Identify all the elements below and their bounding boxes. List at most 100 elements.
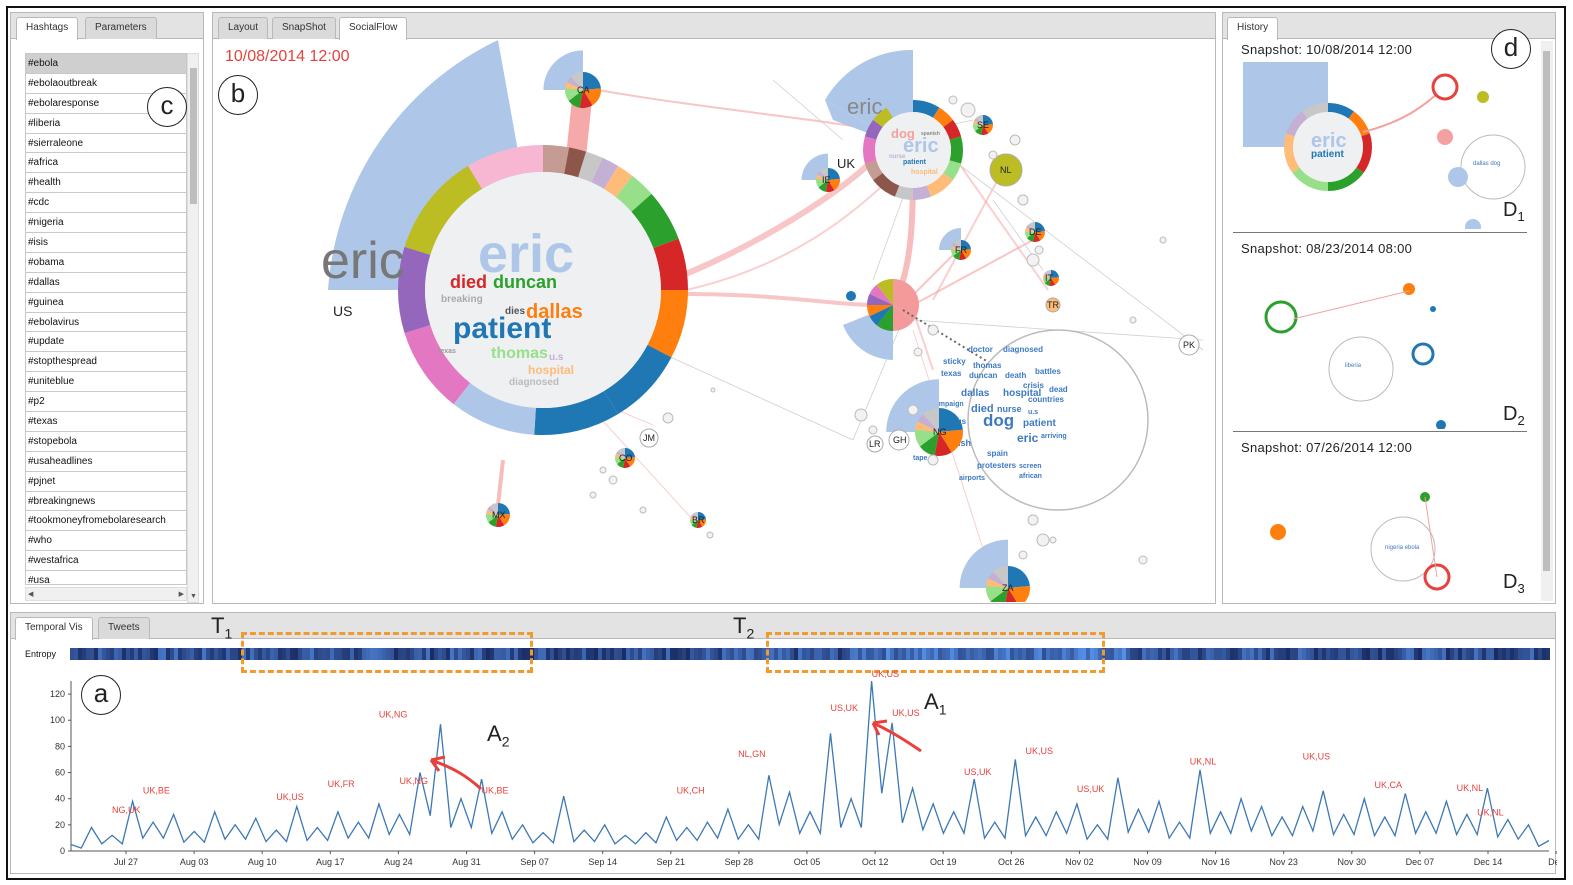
hashtag-item[interactable]: #westafrica bbox=[26, 551, 186, 572]
minor-node[interactable] bbox=[1017, 194, 1029, 206]
hashtag-item[interactable]: #tookmoneyfromebolaresearch bbox=[26, 511, 186, 532]
minor-node[interactable] bbox=[854, 408, 868, 422]
hashtag-item[interactable]: #pjnet bbox=[26, 472, 186, 492]
tab-history[interactable]: History bbox=[1227, 17, 1279, 40]
minor-node[interactable] bbox=[1159, 236, 1167, 244]
hashtag-item[interactable]: #obama bbox=[26, 253, 186, 273]
hashtag-item[interactable]: #ebola bbox=[26, 54, 186, 74]
country-pair-annotation: UK,BE bbox=[143, 785, 170, 795]
country-node-za[interactable]: ZA bbox=[959, 539, 1030, 602]
country-node-fr[interactable]: FR bbox=[939, 228, 971, 261]
minor-node[interactable] bbox=[948, 95, 958, 105]
minor-node[interactable] bbox=[988, 150, 998, 160]
history-scrollbar[interactable] bbox=[1541, 41, 1553, 601]
minor-node[interactable] bbox=[589, 491, 597, 499]
minor-node[interactable] bbox=[927, 454, 939, 466]
minor-node[interactable] bbox=[710, 387, 716, 393]
minor-node[interactable] bbox=[1018, 550, 1028, 560]
minor-node[interactable] bbox=[1138, 555, 1148, 565]
minor-node[interactable] bbox=[639, 506, 647, 514]
us-node[interactable]: eric US eric died duncan breaking dies d… bbox=[213, 40, 688, 435]
snapshot-divider-1 bbox=[1233, 232, 1527, 233]
country-node-gh[interactable]: GH bbox=[888, 429, 910, 451]
word-duncan: duncan bbox=[493, 272, 557, 292]
hashtag-item[interactable]: #nigeria bbox=[26, 213, 186, 234]
hashtag-list-hscrollbar[interactable]: ◀ ▶ bbox=[25, 587, 187, 601]
minor-node[interactable] bbox=[1026, 253, 1040, 267]
tab-socialflow[interactable]: SocialFlow bbox=[339, 17, 408, 40]
es-node[interactable]: doctor diagnosed sticky thomas texas duncan de… bbox=[843, 279, 1149, 511]
minor-node[interactable] bbox=[1009, 134, 1021, 146]
minor-node[interactable] bbox=[599, 466, 607, 474]
minor-node[interactable] bbox=[1027, 514, 1039, 526]
hashtag-item[interactable]: #stopebola bbox=[26, 432, 186, 452]
hashtag-item[interactable]: #usaheadlines bbox=[26, 452, 186, 472]
country-node-pk[interactable]: PK bbox=[1178, 334, 1200, 356]
hashtag-item[interactable]: #breakingnews bbox=[26, 492, 186, 512]
snapshot-thumb-3[interactable]: nigeria ebola bbox=[1233, 457, 1533, 605]
country-node-jm[interactable]: JM bbox=[639, 428, 659, 448]
snapshot-title-1: Snapshot: 10/08/2014 12:00 bbox=[1241, 42, 1413, 57]
minor-node[interactable] bbox=[608, 475, 618, 485]
hashtag-item[interactable]: #update bbox=[26, 332, 186, 353]
country-node-co[interactable]: CO bbox=[615, 448, 635, 468]
hashtag-item[interactable]: #dallas bbox=[26, 273, 186, 293]
tab-hashtags[interactable]: Hashtags bbox=[16, 17, 79, 40]
es-cloud-word: battles bbox=[1035, 367, 1061, 376]
minor-node[interactable] bbox=[1036, 533, 1050, 547]
us-label: US bbox=[333, 303, 352, 319]
snapshot-thumb-1[interactable]: eric patient dallas dog bbox=[1233, 57, 1533, 229]
country-code-label: CO bbox=[619, 453, 633, 463]
minor-node[interactable] bbox=[846, 291, 856, 301]
country-node-mx[interactable]: MX bbox=[486, 503, 510, 527]
tab-snapshot[interactable]: SnapShot bbox=[272, 17, 336, 39]
country-node-lr[interactable]: LR bbox=[866, 435, 884, 453]
tab-parameters[interactable]: Parameters bbox=[85, 17, 157, 39]
scrollbar-thumb[interactable] bbox=[190, 68, 197, 204]
hashtag-item[interactable]: #who bbox=[26, 531, 186, 552]
country-node-de[interactable]: DE bbox=[1025, 222, 1045, 242]
scroll-left-arrow-icon[interactable]: ◀ bbox=[28, 590, 33, 598]
country-node-ie[interactable]: IE bbox=[801, 153, 840, 193]
hashtag-item[interactable]: #ebolavirus bbox=[26, 313, 186, 333]
hashtag-list-scrollbar[interactable]: ▼ bbox=[187, 53, 199, 603]
hashtag-item[interactable]: #isis bbox=[26, 233, 186, 253]
hashtag-item[interactable]: #guinea bbox=[26, 293, 186, 313]
minor-node[interactable] bbox=[927, 324, 939, 336]
minor-node[interactable] bbox=[960, 102, 976, 118]
minor-node[interactable] bbox=[1049, 536, 1057, 544]
hashtag-item[interactable]: #stopthespread bbox=[26, 352, 186, 373]
hashtag-list[interactable]: #ebola #ebolaoutbreak #ebolaresponse #liber… bbox=[25, 53, 187, 585]
scroll-down-arrow-icon[interactable]: ▼ bbox=[190, 593, 197, 600]
tab-layout[interactable]: Layout bbox=[218, 17, 269, 39]
minor-node[interactable] bbox=[662, 412, 674, 424]
country-code-label: LR bbox=[869, 439, 881, 449]
country-node-tr[interactable]: TR bbox=[1045, 297, 1061, 313]
snapshot-thumb-2[interactable]: liberia bbox=[1233, 259, 1533, 429]
hashtag-item[interactable]: #sierraleone bbox=[26, 134, 186, 154]
tab-tweets[interactable]: Tweets bbox=[98, 617, 150, 639]
hashtag-item[interactable]: #usa bbox=[26, 571, 186, 584]
minor-node[interactable] bbox=[1129, 316, 1137, 324]
minor-node[interactable] bbox=[706, 531, 714, 539]
country-node-br[interactable]: BR bbox=[690, 512, 706, 528]
country-node-it[interactable]: IT bbox=[1043, 270, 1059, 286]
minor-node[interactable] bbox=[907, 404, 919, 416]
country-node-ca[interactable]: CA bbox=[543, 50, 601, 109]
hashtag-item[interactable]: #health bbox=[26, 173, 186, 194]
hashtag-item[interactable]: #uniteblue bbox=[26, 372, 186, 393]
minor-node[interactable] bbox=[913, 347, 923, 357]
hashtag-item[interactable]: #cdc bbox=[26, 193, 186, 214]
history-scrollbar-thumb[interactable] bbox=[1543, 51, 1550, 571]
socialflow-graph[interactable]: eric US eric died duncan breaking dies d… bbox=[213, 40, 1215, 602]
hashtag-item[interactable]: #p2 bbox=[26, 392, 186, 413]
hashtag-item[interactable]: #texas bbox=[26, 412, 186, 432]
hashtag-item[interactable]: #africa bbox=[26, 153, 186, 174]
x-tick-label: Nov 30 bbox=[1338, 857, 1367, 867]
scroll-right-arrow-icon[interactable]: ▶ bbox=[179, 590, 184, 598]
minor-node[interactable] bbox=[1034, 245, 1044, 255]
country-node-se[interactable]: SE bbox=[972, 115, 993, 135]
tweet-volume-chart[interactable]: 0 20 40 60 80 100 120 Jul 27 Aug 03 Aug 10 Aug 17… bbox=[11, 663, 1557, 875]
tab-temporal-vis[interactable]: Temporal Vis bbox=[15, 617, 93, 640]
minor-node[interactable] bbox=[868, 425, 878, 435]
